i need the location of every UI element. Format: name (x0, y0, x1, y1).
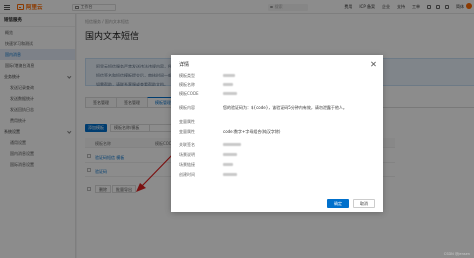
detail-row-scene-link: 场景链接 (179, 161, 233, 168)
ok-button[interactable]: 确定 (327, 199, 349, 208)
detail-row-variable-attr: 变量属性 code:数字+字母组合(纯汉字除) (179, 128, 280, 135)
dialog-footer: 确定 取消 (171, 196, 383, 212)
redacted-value (223, 82, 233, 87)
detail-row-signature: 关联签名 (179, 141, 241, 148)
close-icon[interactable] (371, 61, 376, 66)
detail-label: 模板CODE (179, 90, 199, 96)
redacted-value (223, 162, 233, 167)
detail-dialog: 详情 模板类型 模板名称 模板CODE 模板内容 您的验证码为：${code}，… (171, 55, 383, 212)
detail-row-template-code: 模板CODE (179, 90, 237, 97)
redacted-value (223, 172, 237, 177)
detail-row-template-name: 模板名称 (179, 81, 233, 88)
detail-row-template-type: 模板类型 (179, 72, 235, 79)
redacted-value (223, 91, 237, 96)
detail-label: 场景链接 (179, 161, 195, 167)
redacted-value (223, 142, 241, 147)
detail-label: 模板内容 (179, 104, 195, 110)
redacted-value (223, 73, 235, 78)
detail-value: code:数字+字母组合(纯汉字除) (223, 128, 281, 134)
detail-label: 场景说明 (179, 151, 195, 157)
detail-row-template-content: 模板内容 您的验证码为：${code}，该验证码5分钟内有效，请勿泄露于他人。 (179, 104, 347, 111)
detail-row-scene: 场景说明 (179, 151, 237, 158)
detail-label: 模板名称 (179, 81, 195, 87)
redacted-value (223, 152, 237, 157)
detail-label: 变量属性 (179, 118, 195, 124)
detail-label: 变量属性 (179, 128, 195, 134)
detail-value: 您的验证码为：${code}，该验证码5分钟内有效，请勿泄露于他人。 (223, 104, 347, 110)
detail-label: 模板类型 (179, 72, 195, 78)
detail-label: 关联签名 (179, 141, 195, 147)
detail-row-variables: 变量属性 (179, 118, 223, 125)
watermark: CSDN @Jensen (443, 252, 470, 256)
detail-label: 创建时间 (179, 171, 195, 177)
cancel-button[interactable]: 取消 (353, 199, 375, 208)
dialog-title: 详情 (179, 62, 190, 68)
detail-row-created-time: 创建时间 (179, 171, 237, 178)
